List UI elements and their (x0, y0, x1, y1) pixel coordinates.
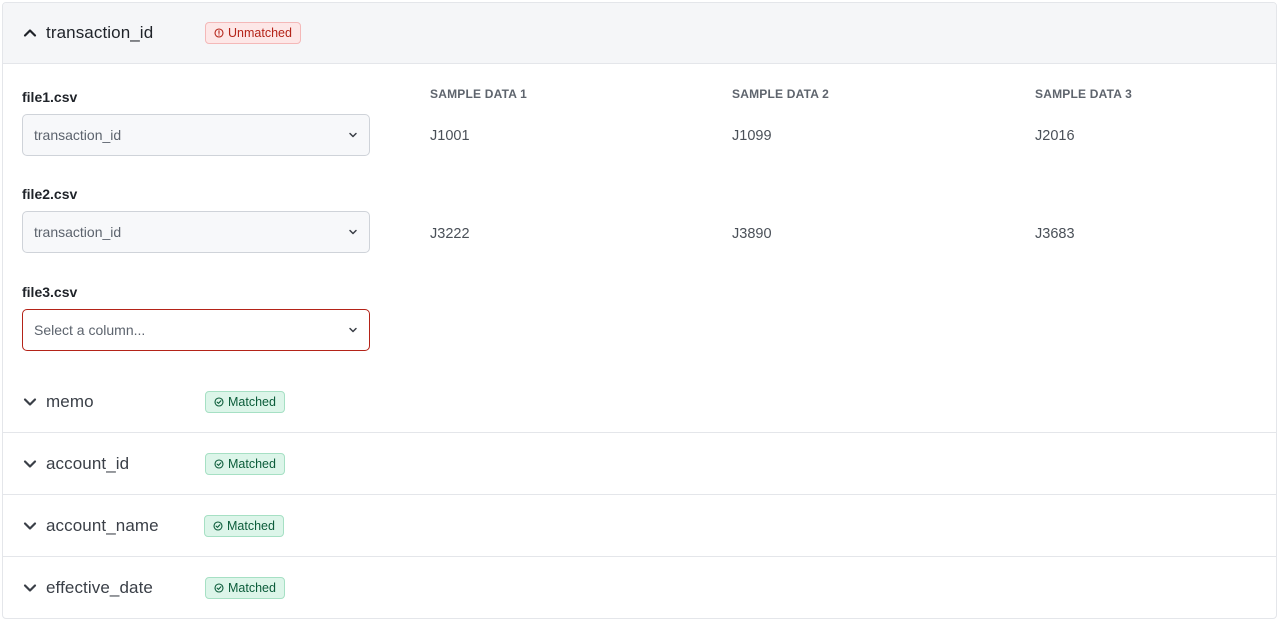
section-header-transaction-id[interactable]: transaction_id Unmatched (3, 3, 1276, 64)
badge-label: Unmatched (228, 26, 292, 40)
column-header-sample-1: SAMPLE DATA 1 (430, 87, 528, 101)
column-select-file2[interactable]: transaction_id (22, 211, 370, 253)
field-mapping-panel: transaction_id Unmatched SAMPLE DATA 1 S… (2, 2, 1277, 619)
chevron-down-icon[interactable] (22, 394, 38, 410)
caret-down-icon (347, 129, 359, 141)
column-select-file1[interactable]: transaction_id (22, 114, 370, 156)
select-placeholder: Select a column... (34, 322, 146, 338)
status-badge-matched: Matched (205, 390, 285, 413)
field-name: account_id (46, 453, 130, 473)
file-label: file1.csv (22, 89, 78, 105)
section-header-account-id[interactable]: account_id Matched (3, 433, 1276, 495)
column-select-file3[interactable]: Select a column... (22, 309, 370, 351)
caret-down-icon (347, 324, 359, 336)
badge-label: Matched (228, 581, 276, 595)
sample-value: J1001 (430, 128, 470, 144)
sample-value: J3222 (430, 226, 470, 242)
field-name: effective_date (46, 578, 153, 597)
section-header-memo[interactable]: memo Matched (3, 371, 1276, 433)
check-circle-icon (214, 583, 224, 593)
chevron-down-icon[interactable] (22, 456, 38, 472)
chevron-down-icon[interactable] (22, 518, 38, 534)
field-name: account_name (46, 515, 159, 535)
check-circle-icon (214, 396, 224, 407)
sample-value: J3683 (1035, 226, 1075, 242)
field-name: memo (46, 391, 94, 411)
file-label: file3.csv (22, 284, 78, 300)
check-circle-icon (214, 458, 224, 469)
check-circle-icon (213, 520, 223, 531)
column-header-sample-3: SAMPLE DATA 3 (1035, 87, 1133, 101)
badge-label: Matched (227, 518, 275, 533)
select-value: transaction_id (34, 224, 122, 240)
select-value: transaction_id (34, 127, 122, 143)
status-badge-matched: Matched (204, 514, 284, 537)
section-body-transaction-id: SAMPLE DATA 1 SAMPLE DATA 2 SAMPLE DATA … (3, 64, 1276, 372)
section-header-account-name[interactable]: account_name Matched (3, 495, 1276, 557)
alert-circle-icon (214, 28, 224, 38)
sample-value: J1099 (732, 128, 772, 144)
chevron-up-icon[interactable] (22, 25, 38, 41)
sample-value: J2016 (1035, 128, 1075, 144)
section-header-effective-date[interactable]: effective_date Matched (3, 557, 1276, 618)
caret-down-icon (347, 226, 359, 238)
badge-label: Matched (228, 394, 276, 409)
status-badge-matched: Matched (205, 452, 285, 475)
status-badge-matched: Matched (205, 577, 285, 599)
status-badge-unmatched: Unmatched (205, 22, 301, 44)
badge-label: Matched (228, 456, 276, 471)
file-label: file2.csv (22, 186, 78, 202)
chevron-down-icon[interactable] (22, 580, 38, 596)
column-header-sample-2: SAMPLE DATA 2 (732, 87, 830, 101)
sample-value: J3890 (732, 226, 772, 242)
field-name: transaction_id (46, 23, 154, 42)
